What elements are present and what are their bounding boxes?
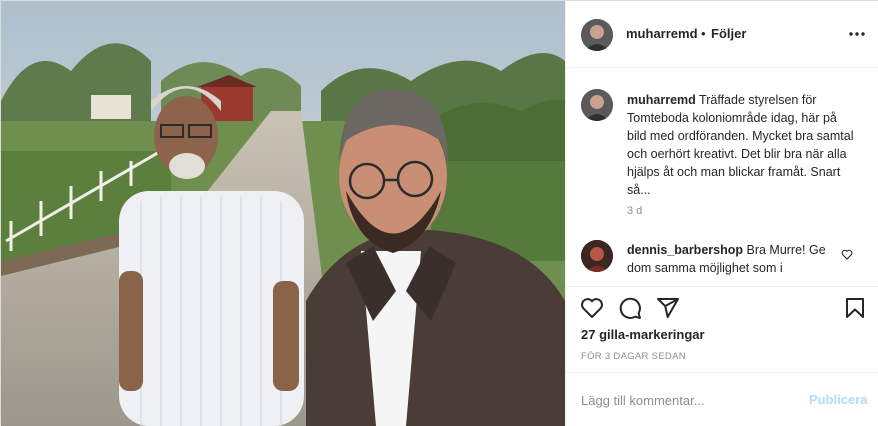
post-caption: muharremd Träffade styrelsen för Tomtebo…: [627, 91, 859, 199]
avatar-image: [581, 19, 613, 51]
commenter-avatar[interactable]: [581, 240, 613, 272]
avatar-image: [581, 89, 613, 121]
add-comment-input[interactable]: [581, 390, 801, 410]
comment-icon[interactable]: [618, 296, 642, 320]
add-comment-bar: Publicera: [566, 372, 878, 426]
action-bar: [566, 286, 878, 330]
author-avatar[interactable]: [581, 19, 613, 51]
comments-list[interactable]: muharremd Träffade styrelsen för Tomtebo…: [566, 68, 878, 286]
author-username[interactable]: muharremd: [626, 26, 698, 41]
bookmark-icon[interactable]: [843, 296, 867, 320]
likes-count[interactable]: 27 gilla-markeringar: [581, 327, 705, 342]
post-header: muharremd • Följer: [566, 1, 878, 68]
comment-username[interactable]: dennis_barbershop: [627, 243, 743, 257]
more-options-icon[interactable]: [849, 28, 865, 40]
post-photo-image: [1, 1, 565, 426]
following-button[interactable]: Följer: [711, 26, 746, 41]
avatar-image: [581, 240, 613, 272]
share-icon[interactable]: [656, 296, 680, 320]
post-container: muharremd • Följer muharremd Träffade st…: [0, 0, 878, 426]
caption-avatar[interactable]: [581, 89, 613, 121]
heart-icon[interactable]: [580, 296, 604, 320]
caption-text: Träffade styrelsen för Tomteboda kolonio…: [627, 93, 854, 197]
caption-username[interactable]: muharremd: [627, 93, 696, 107]
post-side-panel: muharremd • Följer muharremd Träffade st…: [565, 1, 878, 426]
comment-like-icon[interactable]: [841, 249, 853, 260]
post-photo[interactable]: [1, 1, 565, 426]
comment-item: dennis_barbershop Bra Murre! Ge dom samm…: [627, 241, 837, 277]
header-separator: •: [701, 26, 706, 41]
publish-button[interactable]: Publicera: [809, 392, 868, 407]
caption-age: 3 d: [627, 205, 643, 217]
post-timestamp[interactable]: FÖR 3 DAGAR SEDAN: [581, 351, 686, 362]
